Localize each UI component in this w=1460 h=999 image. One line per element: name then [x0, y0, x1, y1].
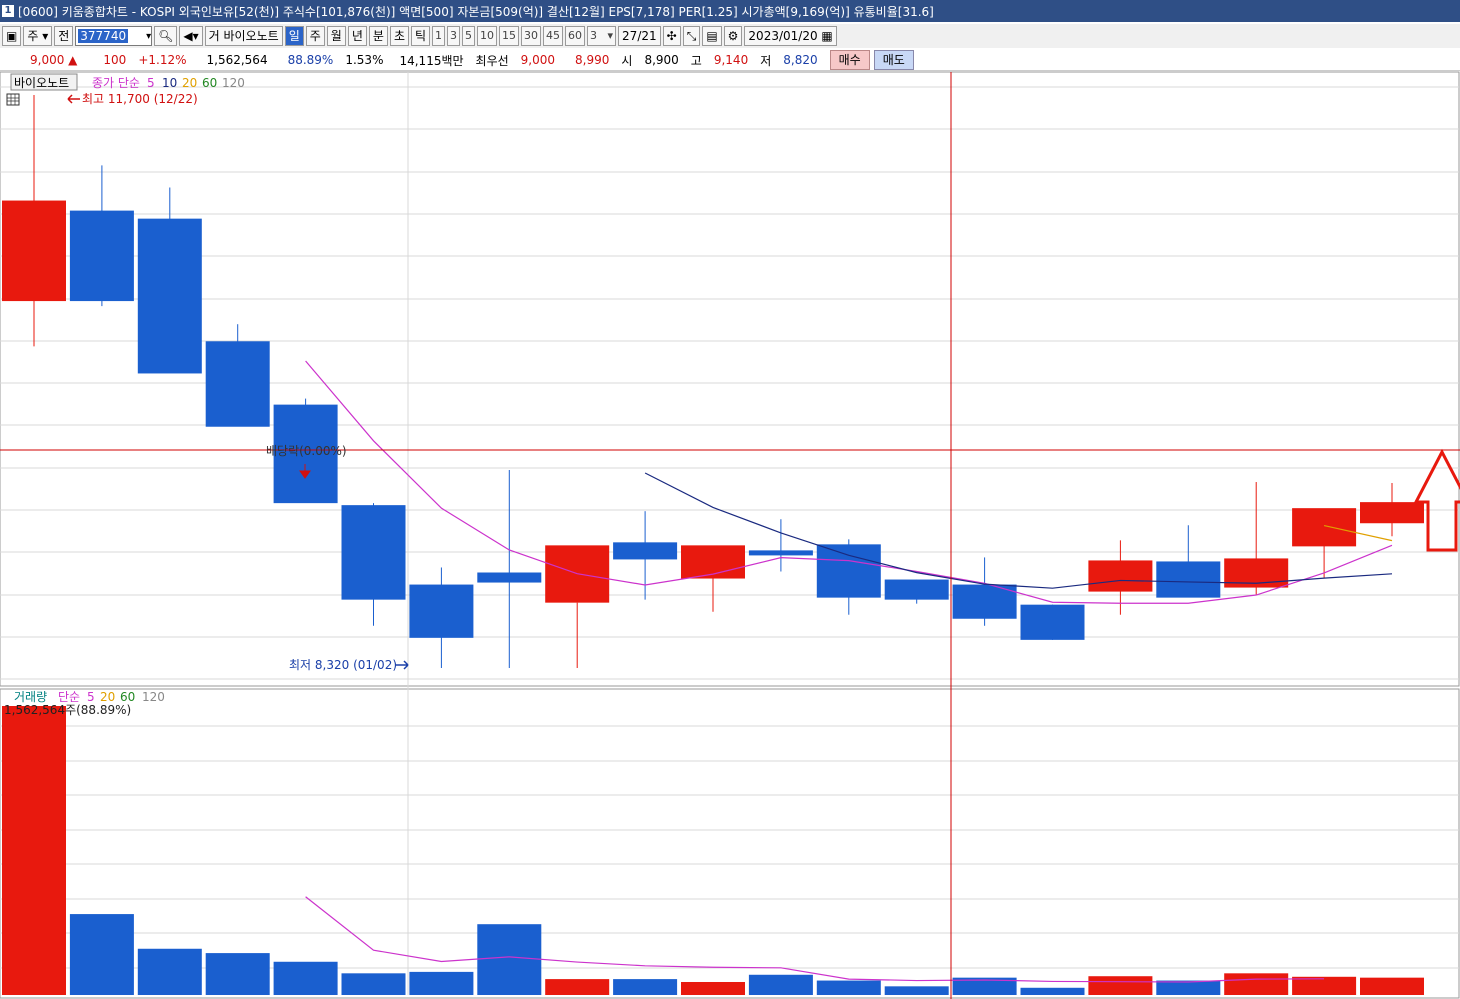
volume-bar: [1292, 976, 1357, 995]
volume-bar: [748, 974, 813, 995]
stock-chart[interactable]: 바이오노트 종가 단순 5 10 20 60 120 최고 11,700 (12…: [0, 0, 1460, 999]
volume-bar: [2, 706, 66, 995]
chart-grid: [0, 71, 1460, 999]
candle-body: [613, 542, 678, 560]
legend-ma-label: 종가 단순: [92, 76, 140, 90]
legend-ma-10: 10: [162, 76, 177, 90]
volume-bar: [273, 961, 338, 995]
legend-ma-60: 60: [202, 76, 217, 90]
legend-ma-20: 20: [182, 76, 197, 90]
candle-body: [69, 210, 134, 302]
min-price-arrow: [396, 660, 409, 670]
volume-bar: [1020, 987, 1085, 995]
volume-ma-120: 120: [142, 690, 165, 704]
volume-ma-label: 단순: [58, 690, 80, 704]
volume-ma5-line: [305, 896, 1325, 983]
legend-ma-120: 120: [222, 76, 245, 90]
volume-bar: [1088, 976, 1153, 995]
candle-body: [816, 544, 881, 598]
volume-bar: [884, 986, 949, 995]
volume-bar: [205, 953, 270, 995]
volume-bar: [341, 973, 406, 995]
volume-pane-border: [0, 688, 1460, 999]
candle-body: [2, 200, 66, 302]
dividend-label: 배당락(0.00%): [266, 444, 347, 458]
volume-series: [2, 706, 1424, 995]
up-arrow-annotation: [1413, 448, 1460, 552]
candle-body: [205, 341, 270, 427]
volume-bar: [1224, 973, 1289, 995]
candle-body: [748, 550, 813, 556]
max-price-label: 최고 11,700 (12/22): [82, 92, 198, 106]
volume-bar: [545, 979, 610, 995]
candle-body: [477, 572, 542, 583]
candle-body: [1360, 502, 1424, 524]
volume-bar: [1156, 980, 1221, 995]
candle-body: [341, 505, 406, 600]
min-price-label: 최저 8,320 (01/02): [289, 658, 397, 672]
volume-bar: [1360, 977, 1424, 995]
volume-ma-20: 20: [100, 690, 115, 704]
candle-body: [137, 218, 202, 374]
candle-body: [1020, 604, 1085, 640]
volume-bar: [477, 924, 542, 995]
volume-legend-label: 거래량: [14, 690, 47, 704]
volume-bar: [69, 914, 134, 995]
volume-ma-60: 60: [120, 690, 135, 704]
volume-bar: [137, 948, 202, 995]
candle-body: [1292, 508, 1357, 547]
volume-bar: [681, 981, 745, 995]
candle-body: [1088, 560, 1153, 592]
volume-bar: [409, 971, 474, 995]
candle-body: [1156, 561, 1221, 598]
volume-ma-5: 5: [87, 690, 95, 704]
legend-stock-name: 바이오노트: [14, 76, 69, 90]
volume-bar: [816, 980, 881, 995]
legend-ma-5: 5: [147, 76, 155, 90]
volume-bar: [613, 979, 678, 995]
max-price-arrow: [67, 94, 80, 104]
candle-body: [409, 584, 474, 638]
table-icon[interactable]: [6, 93, 20, 106]
volume-value-label: 1,562,564주(88.89%): [4, 703, 131, 717]
candle-body: [884, 579, 949, 600]
